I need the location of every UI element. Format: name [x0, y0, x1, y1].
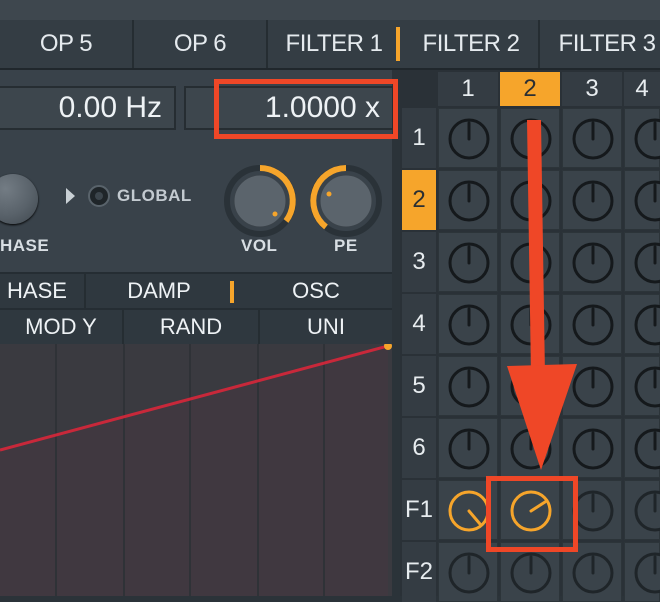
matrix-knob-icon [448, 180, 490, 222]
matrix-column-1[interactable]: 1 [438, 72, 498, 106]
matrix-knob-icon [510, 552, 552, 594]
matrix-row-1[interactable]: 1 [402, 108, 436, 168]
matrix-cell[interactable] [624, 294, 660, 354]
matrix-knob-icon [634, 366, 660, 408]
matrix-cell[interactable] [438, 418, 498, 478]
matrix-cell[interactable] [438, 232, 498, 292]
matrix-row-2[interactable]: 2 [402, 170, 436, 230]
matrix-knob-icon [572, 552, 614, 594]
matrix-cell[interactable] [624, 480, 660, 540]
matrix-knob-icon [634, 180, 660, 222]
tab-rand[interactable]: RAND [124, 310, 260, 344]
pe-knob[interactable] [308, 163, 384, 244]
matrix-row-f2[interactable]: F2 [402, 542, 436, 602]
matrix-knob-icon [448, 552, 490, 594]
envelope-graph[interactable] [0, 344, 392, 596]
matrix-knob-icon [634, 242, 660, 284]
matrix-column-3[interactable]: 3 [562, 72, 622, 106]
matrix-column-2[interactable]: 2 [500, 72, 560, 106]
tab-filter1[interactable]: FILTER 1 [268, 20, 400, 68]
matrix-cell[interactable] [624, 232, 660, 292]
tab-bar: OP 5 OP 6 FILTER 1 FILTER 2 FILTER 3 [0, 20, 660, 70]
vol-knob[interactable] [222, 163, 298, 244]
matrix-knob-icon [634, 490, 660, 532]
matrix-row-3[interactable]: 3 [402, 232, 436, 292]
matrix-knob-icon [448, 304, 490, 346]
vol-label: VOL [241, 236, 278, 255]
matrix-cell[interactable] [624, 418, 660, 478]
matrix-knob-icon [634, 304, 660, 346]
matrix-knob-icon [634, 118, 660, 160]
tab-phase[interactable]: HASE [0, 274, 86, 308]
expand-arrow-icon[interactable] [66, 188, 75, 204]
matrix-cell[interactable] [438, 356, 498, 416]
tab-op6[interactable]: OP 6 [134, 20, 268, 68]
matrix-knob-icon [634, 428, 660, 470]
tab-mod-y[interactable]: MOD Y [0, 310, 124, 344]
matrix-cell[interactable] [438, 294, 498, 354]
matrix-column-4[interactable]: 4 [624, 72, 660, 106]
matrix-corner [400, 72, 436, 106]
envelope-tabs: HASE DAMP OSC [0, 272, 392, 308]
matrix-knob-icon [448, 118, 490, 160]
matrix-cell[interactable] [624, 542, 660, 602]
tab-active-indicator [396, 27, 400, 61]
matrix-row-4[interactable]: 4 [402, 294, 436, 354]
tab-filter2[interactable]: FILTER 2 [404, 20, 540, 68]
title-bar [0, 0, 660, 20]
matrix-knob-icon [448, 428, 490, 470]
matrix-cell[interactable] [624, 108, 660, 168]
matrix-knob-icon [634, 552, 660, 594]
tab-filter3[interactable]: FILTER 3 [540, 20, 660, 68]
global-toggle[interactable] [88, 185, 110, 207]
matrix-cell[interactable] [438, 108, 498, 168]
phase-label: HASE [0, 236, 50, 255]
tab-uni[interactable]: UNI [260, 310, 392, 344]
matrix-cell[interactable] [624, 170, 660, 230]
matrix-knob-icon [448, 366, 490, 408]
modulation-tabs: MOD Y RAND UNI [0, 308, 392, 344]
highlight-box-multiplier [214, 79, 398, 139]
arrow-annotation [505, 113, 579, 481]
highlight-box-f1-knob [486, 476, 578, 552]
matrix-row-5[interactable]: 5 [402, 356, 436, 416]
matrix-row-6[interactable]: 6 [402, 418, 436, 478]
matrix-cell[interactable] [624, 356, 660, 416]
tab-damp[interactable]: DAMP [86, 274, 232, 308]
tab-op5[interactable]: OP 5 [0, 20, 134, 68]
matrix-knob-icon [448, 242, 490, 284]
frequency-field[interactable]: 0.00 Hz [0, 86, 176, 130]
global-label: GLOBAL [117, 186, 192, 205]
pe-label: PE [334, 236, 358, 255]
tab-osc[interactable]: OSC [240, 274, 392, 308]
matrix-cell[interactable] [438, 170, 498, 230]
matrix-row-f1[interactable]: F1 [402, 480, 436, 540]
damp-active-indicator [230, 281, 234, 303]
